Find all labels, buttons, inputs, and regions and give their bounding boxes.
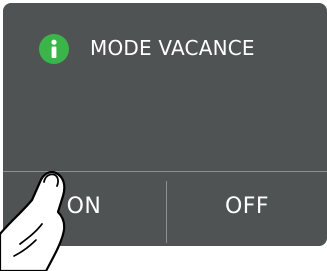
dialog-title: MODE VACANCE	[90, 36, 255, 60]
dialog-header: MODE VACANCE	[3, 3, 327, 171]
on-button[interactable]: ON	[3, 169, 165, 243]
off-button-label: OFF	[224, 193, 270, 219]
on-button-label: ON	[66, 193, 102, 219]
vacation-mode-screen: MODE VACANCE ON OFF	[0, 0, 327, 271]
off-button[interactable]: OFF	[166, 169, 327, 243]
info-icon	[39, 34, 69, 64]
